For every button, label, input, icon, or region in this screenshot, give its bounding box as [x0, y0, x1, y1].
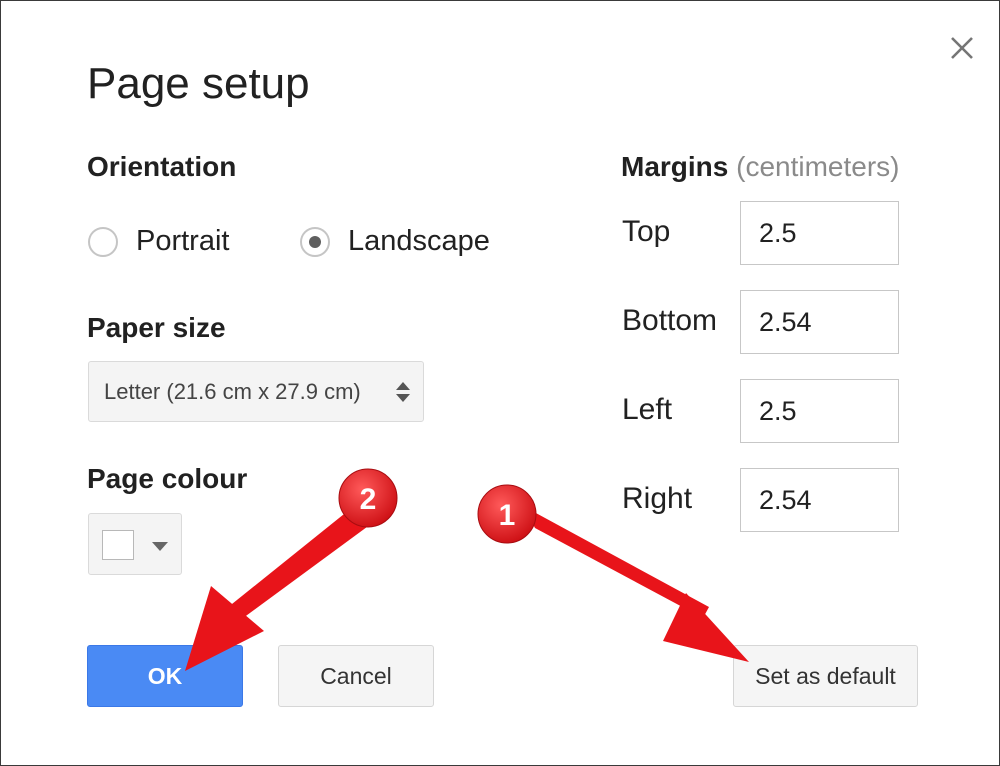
paper-size-label: Paper size — [87, 312, 226, 343]
page-setup-dialog: Page setup Orientation Portrait Landscap… — [0, 0, 1000, 766]
margin-bottom-label: Bottom — [622, 304, 718, 337]
dropdown-caret-icon — [152, 542, 168, 551]
annotation-arrow-1 — [523, 506, 749, 662]
margin-right-input[interactable] — [740, 468, 899, 532]
orientation-label: Orientation — [87, 151, 237, 182]
paper-size-value: Letter (21.6 cm x 27.9 cm) — [104, 378, 361, 404]
landscape-label: Landscape — [348, 225, 490, 257]
margin-right-label: Right — [622, 482, 693, 515]
svg-text:1: 1 — [499, 499, 516, 532]
ok-button[interactable]: OK — [87, 645, 243, 707]
dialog-title: Page setup — [87, 59, 310, 108]
landscape-radio-circle[interactable] — [300, 226, 330, 257]
margin-bottom-input[interactable] — [740, 290, 899, 354]
set-as-default-button[interactable]: Set as default — [733, 645, 918, 707]
margin-left-label: Left — [622, 393, 673, 426]
paper-size-select[interactable]: Letter (21.6 cm x 27.9 cm) — [88, 361, 424, 422]
annotation-badge-2: 2 — [338, 468, 398, 528]
radio-selected-dot — [309, 235, 321, 248]
margin-left-input[interactable] — [740, 379, 899, 443]
svg-text:2: 2 — [360, 483, 377, 516]
page-colour-label: Page colour — [87, 463, 248, 494]
margins-unit: (centimeters) — [736, 151, 900, 182]
up-down-arrows-icon — [396, 382, 410, 402]
cancel-button[interactable]: Cancel — [278, 645, 434, 707]
annotation-badge-1: 1 — [477, 484, 537, 544]
page-colour-picker[interactable] — [88, 513, 182, 575]
margins-heading: Margins (centimeters) — [621, 151, 900, 183]
portrait-label: Portrait — [136, 225, 230, 257]
portrait-radio-circle[interactable] — [88, 226, 118, 257]
colour-swatch — [102, 530, 134, 560]
landscape-radio[interactable]: Landscape — [300, 225, 490, 258]
margin-top-input[interactable] — [740, 201, 899, 265]
close-icon[interactable] — [947, 33, 977, 63]
margin-top-label: Top — [622, 215, 671, 248]
portrait-radio[interactable]: Portrait — [88, 225, 229, 258]
margins-label: Margins — [621, 151, 729, 182]
